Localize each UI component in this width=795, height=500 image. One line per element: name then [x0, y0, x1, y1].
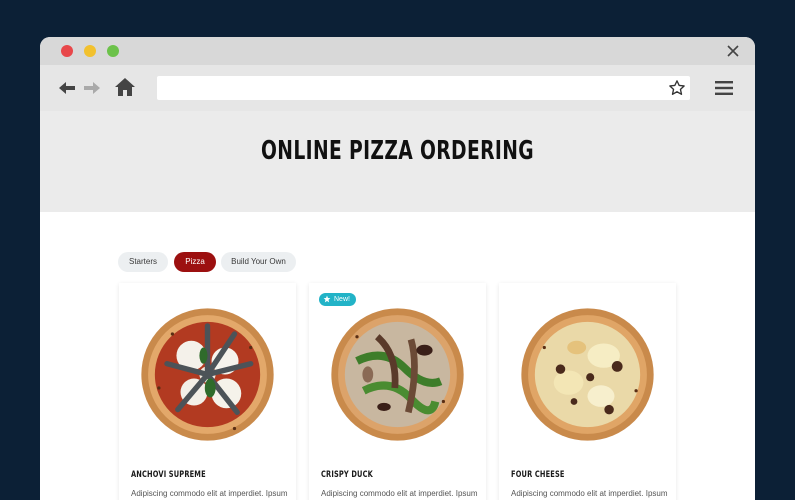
menu-item-name: FOUR CHEESE [511, 470, 565, 480]
menu-item-description: Adipiscing commodo elit at imperdiet. Ip… [131, 489, 288, 498]
menu-item-card[interactable]: FOUR CHEESE Adipiscing commodo elit at i… [499, 283, 676, 500]
pizza-image [141, 308, 274, 441]
maximize-window-button[interactable] [107, 45, 119, 57]
menu-item-name: CRISPY DUCK [321, 470, 373, 480]
address-bar[interactable] [157, 76, 690, 100]
page-header: ONLINE PIZZA ORDERING [40, 111, 755, 212]
menu-item-description: Adipiscing commodo elit at imperdiet. Ip… [321, 489, 478, 498]
menu-item-description: Adipiscing commodo elit at imperdiet. Ip… [511, 489, 668, 498]
bookmark-star-icon[interactable] [668, 79, 686, 97]
close-window-button[interactable] [61, 45, 73, 57]
menu-item-card[interactable]: ANCHOVI SUPREME Adipiscing commodo elit … [119, 283, 296, 500]
home-icon[interactable] [114, 76, 136, 98]
back-arrow-icon[interactable] [57, 78, 77, 98]
pizza-image [521, 308, 654, 441]
hamburger-menu-icon[interactable] [714, 80, 734, 96]
page-title: ONLINE PIZZA ORDERING [261, 136, 534, 166]
title-bar [40, 37, 755, 65]
tab-build-your-own[interactable]: Build Your Own [221, 252, 296, 272]
tab-starters[interactable]: Starters [118, 252, 168, 272]
browser-window: ONLINE PIZZA ORDERING Starters Pizza Bui… [40, 37, 755, 500]
badge-label: New! [334, 296, 350, 303]
menu-item-name: ANCHOVI SUPREME [131, 470, 206, 480]
forward-arrow-icon[interactable] [82, 78, 102, 98]
new-badge: New! [319, 293, 356, 306]
star-icon [323, 295, 331, 303]
minimize-window-button[interactable] [84, 45, 96, 57]
browser-toolbar [40, 65, 755, 111]
pizza-image [331, 308, 464, 441]
tab-pizza[interactable]: Pizza [174, 252, 216, 272]
menu-item-card[interactable]: New! CRISPY DUCK Adipiscing commodo elit… [309, 283, 486, 500]
url-input[interactable] [157, 76, 657, 100]
close-icon[interactable] [725, 43, 741, 59]
